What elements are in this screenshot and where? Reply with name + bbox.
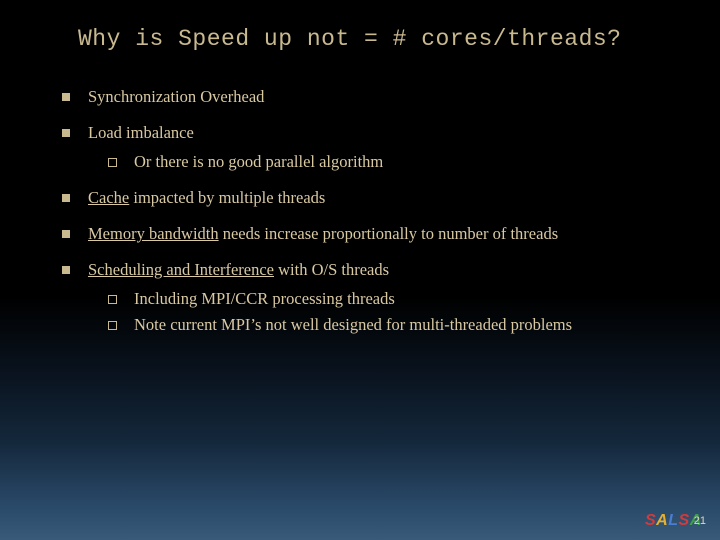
logo-letter: L <box>668 512 678 529</box>
bullet-text: impacted by multiple threads <box>129 188 325 207</box>
bullet-text: needs increase proportionally to number … <box>219 224 559 243</box>
bullet-list: Synchronization Overhead Load imbalance … <box>62 86 680 336</box>
sub-bullet-list: Or there is no good parallel algorithm <box>88 151 680 173</box>
sub-bullet-item: Or there is no good parallel algorithm <box>88 151 680 173</box>
bullet-text: Synchronization Overhead <box>88 87 264 106</box>
bullet-text: Load imbalance <box>88 123 194 142</box>
logo-letter: S <box>645 512 656 529</box>
bullet-text-underlined: Cache <box>88 188 129 207</box>
page-number: 21 <box>694 515 706 527</box>
sub-bullet-text: Note current MPI’s not well designed for… <box>134 315 572 334</box>
sub-bullet-item: Note current MPI’s not well designed for… <box>88 314 680 336</box>
logo-letter: A <box>656 512 668 529</box>
sub-bullet-item: Including MPI/CCR processing threads <box>88 288 680 310</box>
footer: SALSA 21 <box>645 512 706 530</box>
slide-body: Synchronization Overhead Load imbalance … <box>0 52 720 336</box>
slide: Why is Speed up not = # cores/threads? S… <box>0 0 720 540</box>
slide-title: Why is Speed up not = # cores/threads? <box>0 0 720 52</box>
bullet-item: Load imbalance Or there is no good paral… <box>62 122 680 173</box>
bullet-text-underlined: Memory bandwidth <box>88 224 219 243</box>
bullet-text: with O/S threads <box>274 260 389 279</box>
bullet-item: Memory bandwidth needs increase proporti… <box>62 223 680 245</box>
bullet-item: Scheduling and Interference with O/S thr… <box>62 259 680 336</box>
logo-letter: S <box>679 512 690 529</box>
sub-bullet-list: Including MPI/CCR processing threads Not… <box>88 288 680 337</box>
sub-bullet-text: Or there is no good parallel algorithm <box>134 152 383 171</box>
bullet-item: Cache impacted by multiple threads <box>62 187 680 209</box>
bullet-text-underlined: Scheduling and Interference <box>88 260 274 279</box>
sub-bullet-text: Including MPI/CCR processing threads <box>134 289 395 308</box>
bullet-item: Synchronization Overhead <box>62 86 680 108</box>
